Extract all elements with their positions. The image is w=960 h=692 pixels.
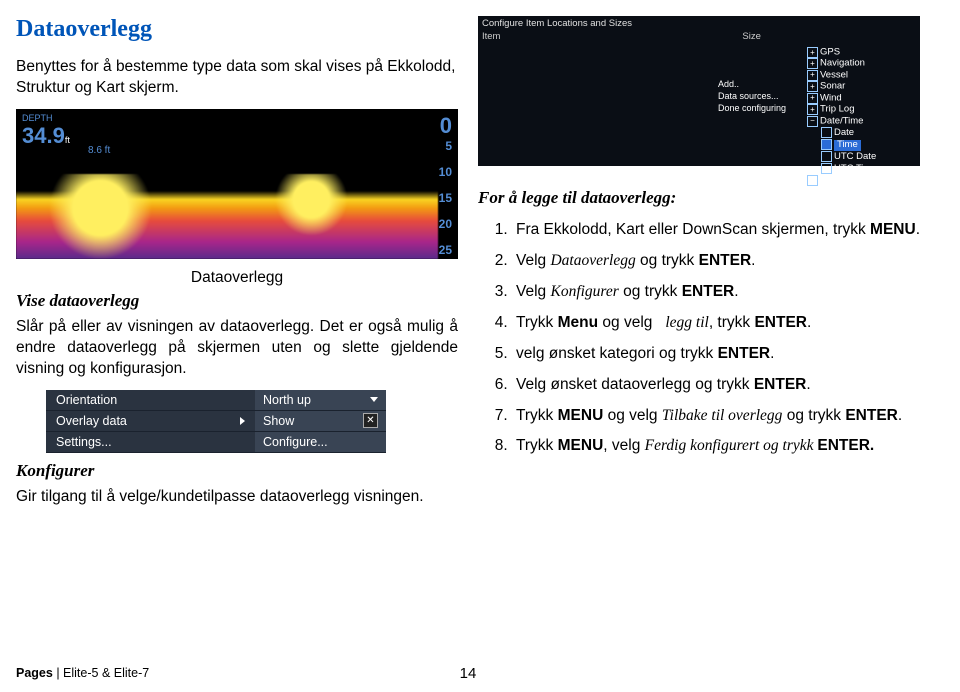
intro-text: Benyttes for å bestemme type data som sk… — [16, 57, 458, 99]
step-2: Velg Dataoverlegg og trykk ENTER. — [512, 251, 920, 272]
data-sources-button[interactable]: Data sources... — [714, 90, 804, 102]
menu-orientation[interactable]: Orientation — [46, 390, 255, 411]
depth-label: DEPTH — [22, 113, 70, 123]
step-8: Trykk MENU, velg Ferdig konfigurert og t… — [512, 436, 920, 457]
menu-orientation-value[interactable]: North up — [255, 390, 386, 411]
chevron-right-icon — [240, 417, 245, 425]
tree-time[interactable]: Time — [807, 139, 917, 151]
settings-menu: Orientation North up Overlay data Show ✕… — [46, 390, 386, 453]
tree-gps[interactable]: +GPS — [807, 47, 917, 58]
tree-vessel[interactable]: +Vessel — [807, 70, 917, 81]
step-4: Trykk Menu og velg legg til, trykk ENTER… — [512, 313, 920, 334]
tree-datetime[interactable]: −Date/Time — [807, 116, 917, 127]
step-7: Trykk MENU og velg Tilbake til overlegg … — [512, 406, 920, 427]
tree-triplog[interactable]: +Trip Log — [807, 104, 917, 115]
col-item: Item — [482, 31, 742, 42]
depth-value: 34.9 — [22, 123, 65, 148]
sub-heading-configure: Konfigurer — [16, 461, 458, 481]
menu-show[interactable]: Show ✕ — [255, 411, 386, 432]
config-header: Configure Item Locations and Sizes — [478, 16, 920, 31]
scale-zero: 0 — [440, 113, 452, 139]
sonar-echo-graphic — [16, 174, 438, 259]
sub-body-configure: Gir tilgang til å velge/kundetilpasse da… — [16, 487, 458, 508]
configure-panel: Configure Item Locations and Sizes Item … — [478, 16, 920, 166]
tree-other[interactable]: +Other — [807, 175, 917, 186]
tree-navigation[interactable]: +Navigation — [807, 58, 917, 69]
menu-configure[interactable]: Configure... — [255, 432, 386, 453]
step-1: Fra Ekkolodd, Kart eller DownScan skjerm… — [512, 220, 920, 241]
chevron-down-icon — [370, 397, 378, 402]
sub-heading-show: Vise dataoverlegg — [16, 291, 458, 311]
depth-marker: 8.6 ft — [86, 145, 112, 156]
footer-label: Pages | Elite-5 & Elite-7 — [16, 666, 149, 680]
steps-list: Fra Ekkolodd, Kart eller DownScan skjerm… — [478, 220, 920, 457]
menu-settings[interactable]: Settings... — [46, 432, 255, 453]
tree-wind[interactable]: +Wind — [807, 93, 917, 104]
page-number: 14 — [460, 665, 477, 682]
tree-sonar[interactable]: +Sonar — [807, 81, 917, 92]
checkbox-checked-icon: ✕ — [363, 413, 378, 428]
depth-scale: 5 10 15 20 25 — [439, 139, 452, 257]
step-3: Velg Konfigurer og trykk ENTER. — [512, 282, 920, 303]
done-configuring-button[interactable]: Done configuring — [714, 102, 804, 114]
step-6: Velg ønsket dataoverlegg og trykk ENTER. — [512, 375, 920, 396]
caption-label: Dataoverlegg — [16, 269, 458, 287]
add-button[interactable]: Add.. — [714, 78, 804, 90]
menu-overlay-data[interactable]: Overlay data — [46, 411, 255, 432]
tree-date[interactable]: Date — [807, 127, 917, 139]
sub-body-show: Slår på eller av visningen av dataoverle… — [16, 317, 458, 380]
tree-utc-time[interactable]: UTC Time — [807, 163, 917, 175]
depth-unit: ft — [65, 135, 70, 145]
page-title: Dataoverlegg — [16, 16, 458, 43]
sonar-screenshot: DEPTH 34.9ft 0 8.6 ft 5 10 15 20 25 — [16, 109, 458, 259]
steps-title: For å legge til dataoverlegg: — [478, 188, 920, 208]
config-tree: +GPS +Navigation +Vessel +Sonar +Wind +T… — [804, 44, 920, 156]
step-5: velg ønsket kategori og trykk ENTER. — [512, 344, 920, 365]
col-size: Size — [742, 31, 916, 42]
tree-utc-date[interactable]: UTC Date — [807, 151, 917, 163]
